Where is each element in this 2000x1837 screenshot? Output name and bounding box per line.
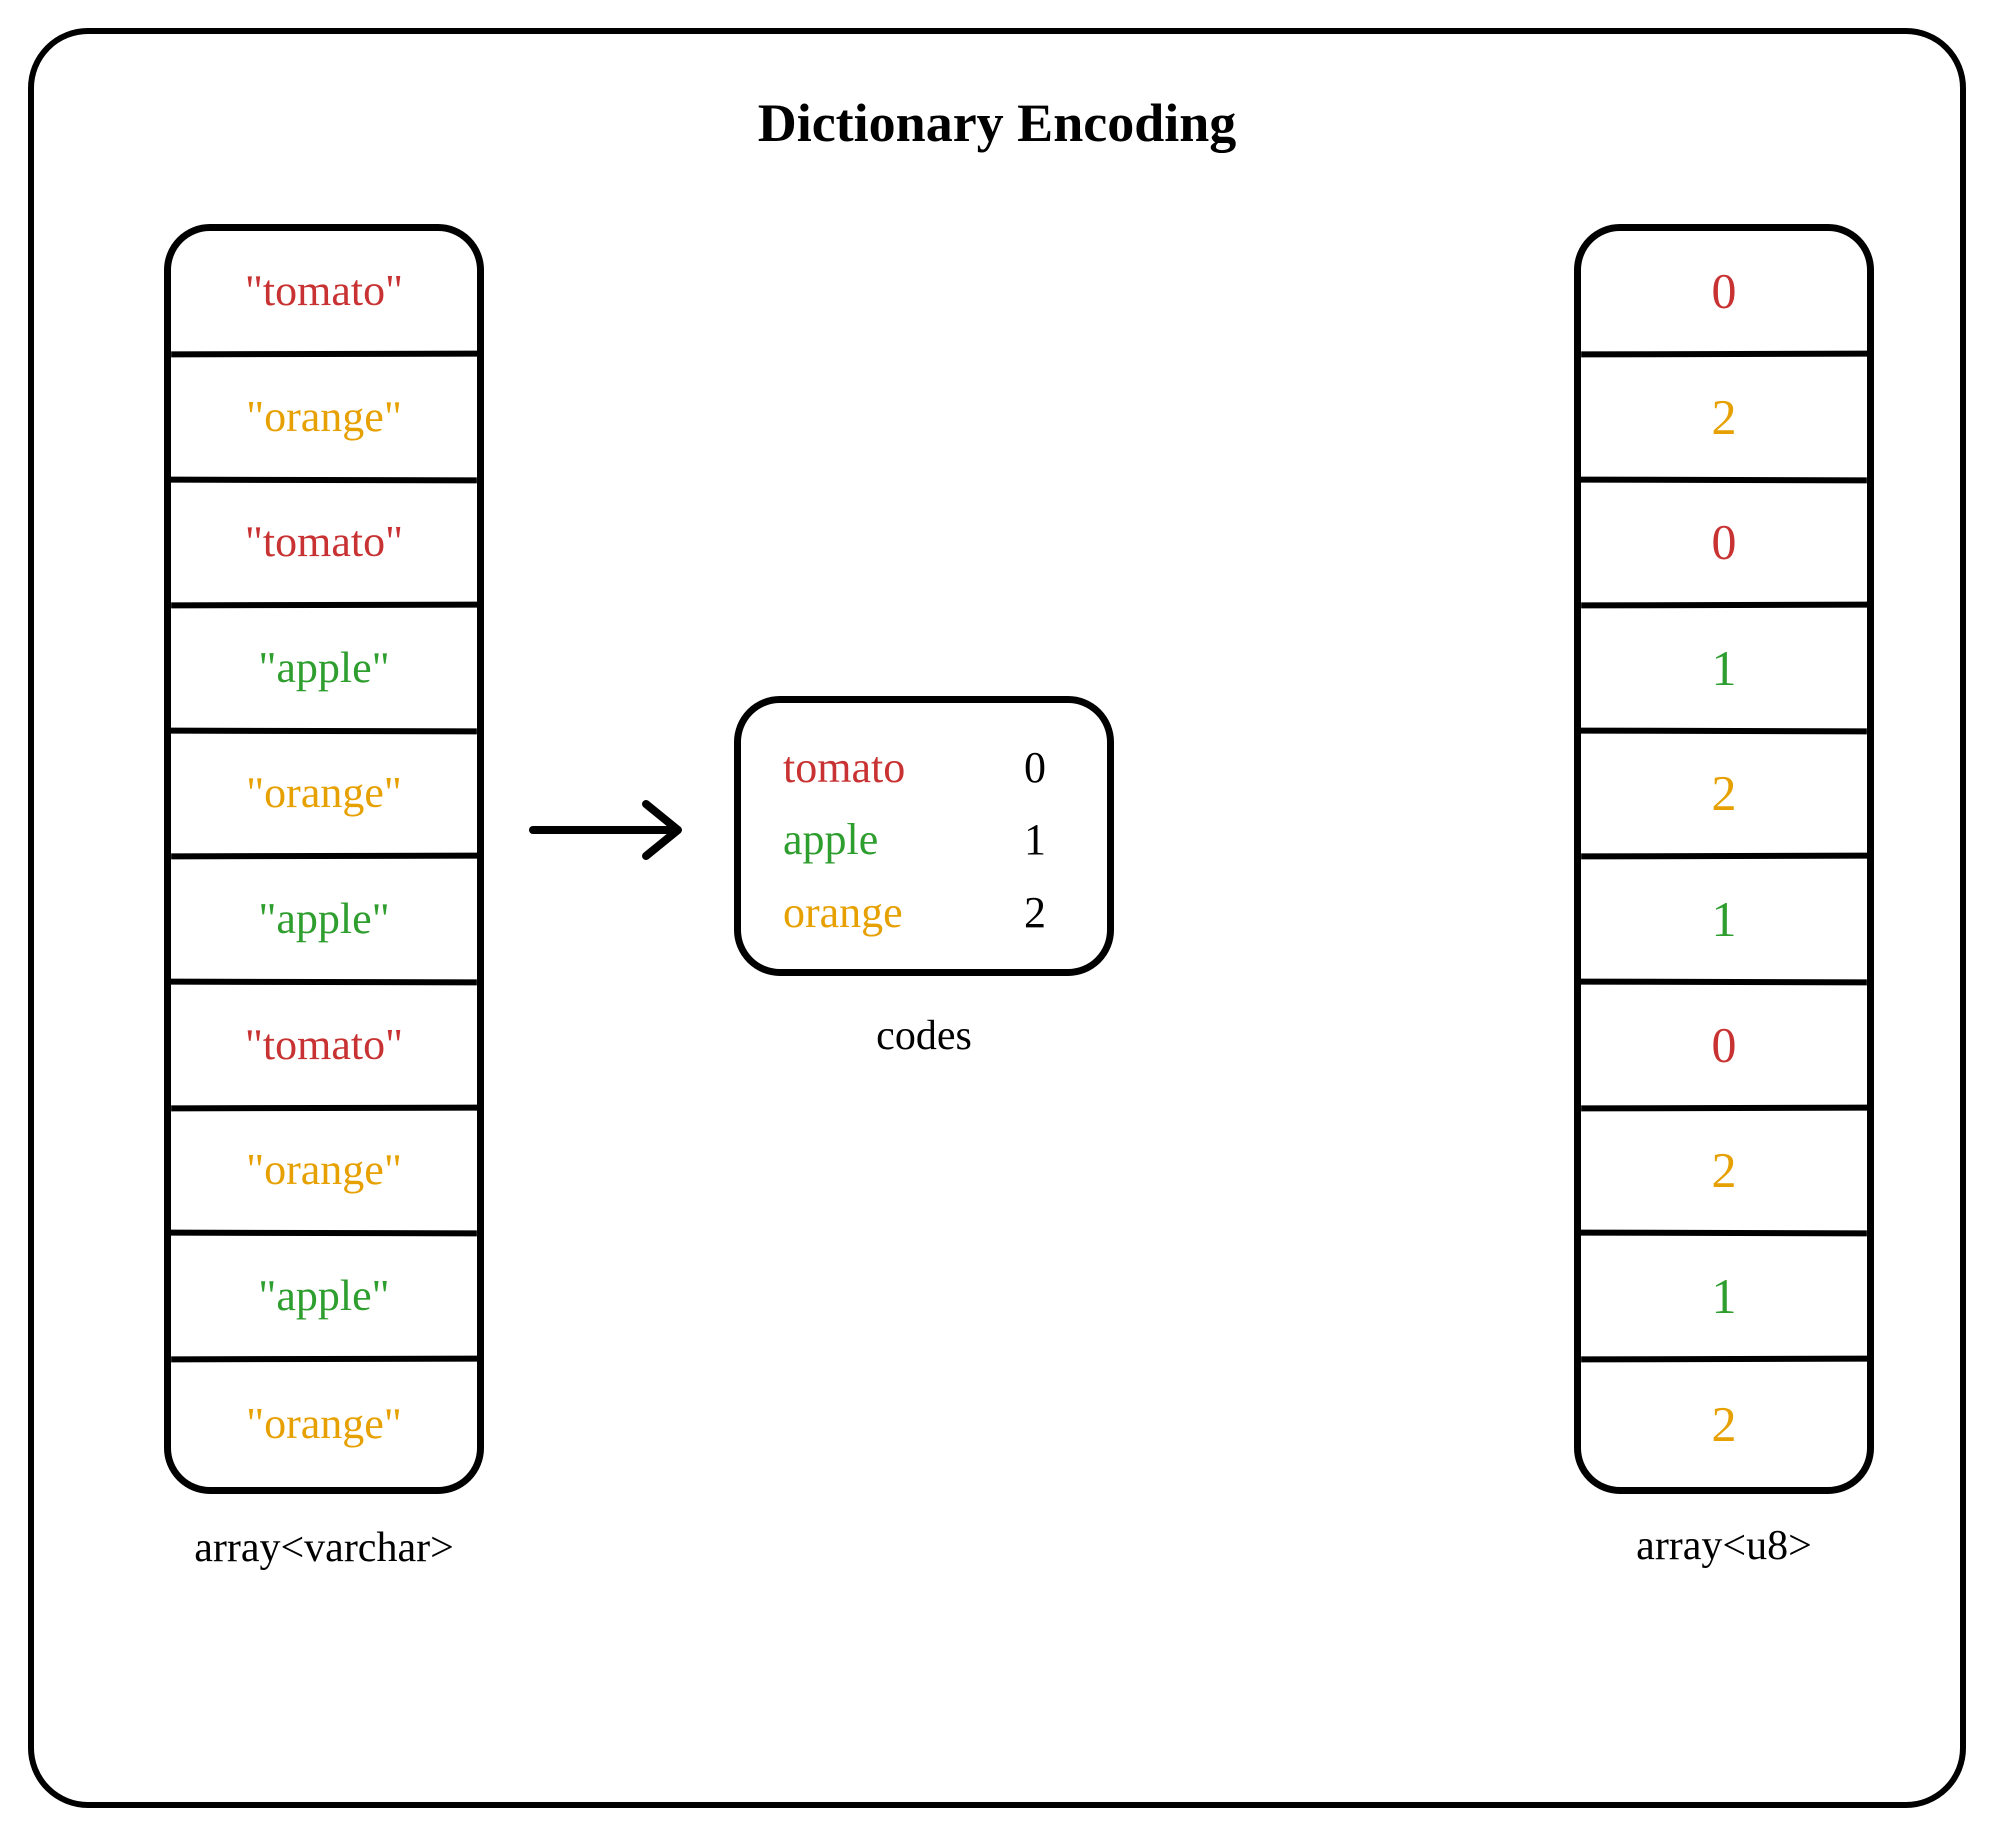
- output-array-cell: 2: [1581, 1110, 1867, 1236]
- codes-row-value: 1: [1005, 814, 1065, 865]
- input-array-cell: "tomato": [171, 984, 477, 1110]
- output-array-cell: 2: [1581, 733, 1867, 859]
- output-array-cell: 2: [1581, 356, 1867, 482]
- codes-row: apple1: [783, 814, 1065, 865]
- codes-row-value: 2: [1005, 887, 1065, 938]
- output-array-label: array<u8>: [1574, 1522, 1874, 1570]
- codes-label: codes: [734, 1012, 1114, 1060]
- output-array-cell: 0: [1581, 984, 1867, 1110]
- diagram-frame: Dictionary Encoding "tomato""orange""tom…: [28, 28, 1966, 1808]
- output-array: 0201210212: [1574, 224, 1874, 1494]
- codes-row-value: 0: [1005, 742, 1065, 793]
- input-array-cell: "apple": [171, 1235, 477, 1361]
- input-array-cell: "tomato": [171, 482, 477, 608]
- codes-row-name: tomato: [783, 742, 1005, 793]
- input-array-cell: "tomato": [171, 231, 477, 357]
- codes-dictionary: tomato0apple1orange2: [734, 696, 1114, 976]
- codes-row-name: apple: [783, 814, 1005, 865]
- input-array-label: array<varchar>: [164, 1524, 484, 1572]
- codes-row: orange2: [783, 887, 1065, 938]
- input-array-cell: "orange": [171, 356, 477, 482]
- output-array-cell: 2: [1581, 1361, 1867, 1487]
- output-array-cell: 1: [1581, 607, 1867, 733]
- output-array-cell: 0: [1581, 231, 1867, 357]
- arrow-icon: [528, 790, 698, 870]
- codes-row: tomato0: [783, 742, 1065, 793]
- input-array-cell: "orange": [171, 1110, 477, 1236]
- input-array-cell: "apple": [171, 859, 477, 985]
- input-array-cell: "apple": [171, 607, 477, 733]
- input-array-cell: "orange": [171, 733, 477, 859]
- input-array: "tomato""orange""tomato""apple""orange""…: [164, 224, 484, 1494]
- codes-row-name: orange: [783, 887, 1005, 938]
- output-array-cell: 1: [1581, 1235, 1867, 1361]
- input-array-cell: "orange": [171, 1361, 477, 1487]
- diagram-title: Dictionary Encoding: [34, 92, 1960, 154]
- output-array-cell: 0: [1581, 482, 1867, 608]
- output-array-cell: 1: [1581, 859, 1867, 985]
